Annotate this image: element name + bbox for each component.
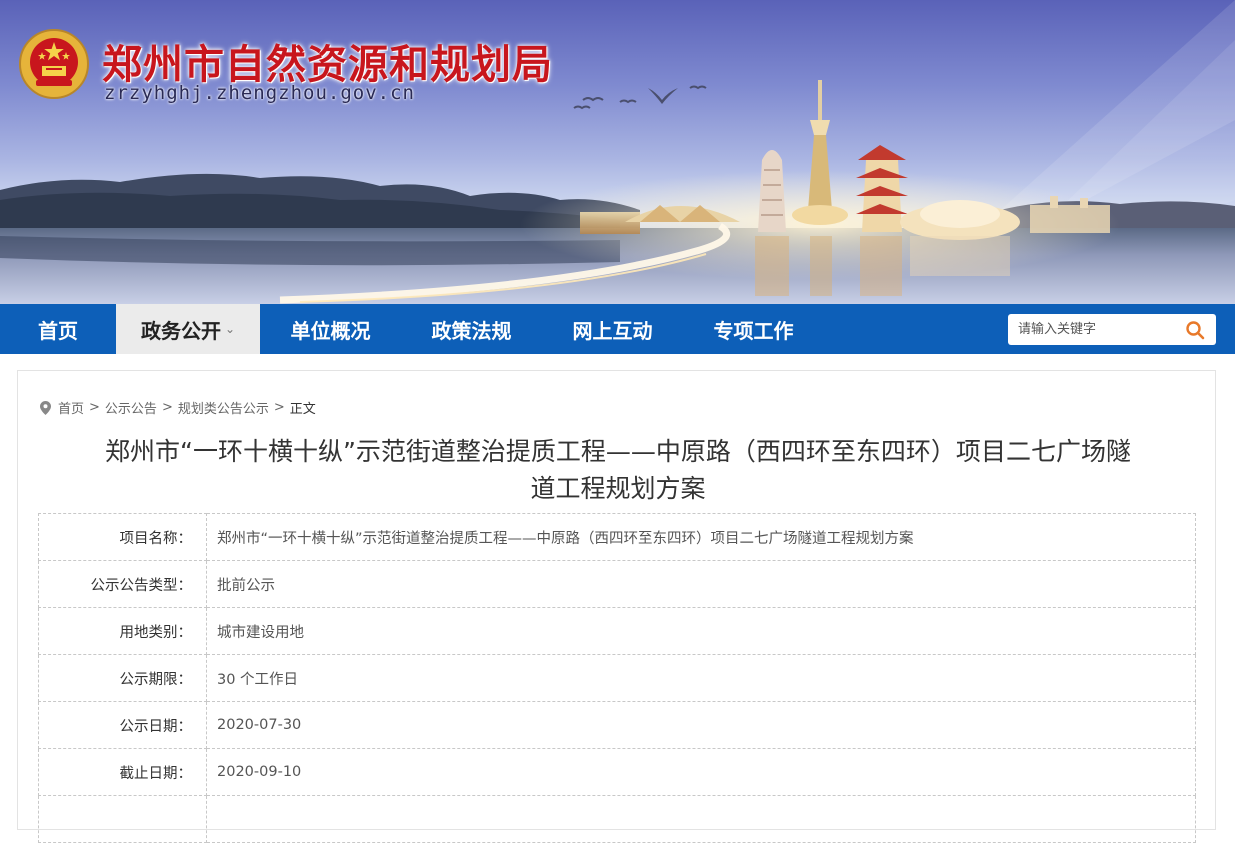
search-icon xyxy=(1186,320,1205,339)
nav-item-unit-overview[interactable]: 单位概况 xyxy=(260,304,401,354)
search-input[interactable] xyxy=(1008,315,1178,344)
nav-item-label: 首页 xyxy=(38,318,78,343)
nav-item-special-work[interactable]: 专项工作 xyxy=(683,304,824,354)
nav-item-online-interaction[interactable]: 网上互动 xyxy=(542,304,683,354)
nav-item-government-affairs[interactable]: 政务公开 ⌄ xyxy=(116,304,260,354)
row-value: 郑州市“一环十横十纵”示范街道整治提质工程——中原路（西四环至东四环）项目二七广… xyxy=(206,513,1196,561)
article-title-line: 道工程规划方案 xyxy=(530,474,706,503)
nav-item-label: 专项工作 xyxy=(713,318,794,343)
table-row: 用地类别： 城市建设用地 xyxy=(38,607,1196,655)
search-button[interactable] xyxy=(1178,315,1212,344)
search-box xyxy=(1008,314,1216,345)
article-panel: 首页 > 公示公告 > 规划类公告公示 > 正文 郑州市“一环十横十纵”示范街道… xyxy=(17,370,1216,843)
table-row: 项目名称： 郑州市“一环十横十纵”示范街道整治提质工程——中原路（西四环至东四环… xyxy=(38,513,1196,561)
nav-item-label: 政务公开 xyxy=(140,318,221,343)
breadcrumb: 首页 > 公示公告 > 规划类公告公示 > 正文 xyxy=(40,398,316,417)
project-info-table: 项目名称： 郑州市“一环十横十纵”示范街道整治提质工程——中原路（西四环至东四环… xyxy=(38,513,1196,843)
row-value: 城市建设用地 xyxy=(206,607,1196,655)
table-row xyxy=(38,795,1196,843)
row-value xyxy=(206,795,1196,843)
breadcrumb-separator: > xyxy=(89,400,100,415)
row-value: 2020-07-30 xyxy=(206,701,1196,749)
breadcrumb-separator: > xyxy=(161,400,173,415)
row-label: 用地类别： xyxy=(38,607,207,655)
article-title-line: 郑州市“一环十横十纵”示范街道整治提质工程——中原路（西四环至东四环）项目二七广… xyxy=(105,437,1131,466)
site-domain: zrzyhghj.zhengzhou.gov.cn xyxy=(104,82,415,104)
nav-item-label: 网上互动 xyxy=(572,318,653,343)
row-label: 公示公告类型： xyxy=(38,560,207,608)
breadcrumb-separator: > xyxy=(273,400,285,415)
row-label: 项目名称： xyxy=(38,513,207,561)
main-navigation: 首页 政务公开 ⌄ 单位概况 政策法规 网上互动 专项工作 xyxy=(0,304,1235,354)
row-label: 截止日期： xyxy=(38,748,207,796)
table-row: 公示日期： 2020-07-30 xyxy=(38,701,1196,749)
breadcrumb-home[interactable]: 首页 xyxy=(58,398,84,417)
row-value: 30 个工作日 xyxy=(206,654,1196,702)
row-value: 2020-09-10 xyxy=(206,748,1196,796)
nav-item-label: 单位概况 xyxy=(290,318,371,343)
table-row: 截止日期： 2020-09-10 xyxy=(38,748,1196,796)
national-emblem-icon xyxy=(19,29,89,99)
breadcrumb-announcements[interactable]: 公示公告 xyxy=(105,398,157,417)
nav-item-home[interactable]: 首页 xyxy=(0,304,116,354)
breadcrumb-current: 正文 xyxy=(289,402,316,417)
table-row: 公示期限： 30 个工作日 xyxy=(38,654,1196,702)
nav-item-policies[interactable]: 政策法规 xyxy=(401,304,542,354)
breadcrumb-planning-announcements[interactable]: 规划类公告公示 xyxy=(178,398,269,417)
table-row: 公示公告类型： 批前公示 xyxy=(38,560,1196,608)
row-value: 批前公示 xyxy=(206,560,1196,608)
row-label: 公示日期： xyxy=(38,701,207,749)
chevron-down-icon: ⌄ xyxy=(224,322,236,336)
nav-item-label: 政策法规 xyxy=(431,318,512,343)
header-banner: 郑州市自然资源和规划局 zrzyhghj.zhengzhou.gov.cn xyxy=(0,0,1235,304)
row-label: 公示期限： xyxy=(38,654,207,702)
row-label xyxy=(38,795,207,843)
article-title: 郑州市“一环十横十纵”示范街道整治提质工程——中原路（西四环至东四环）项目二七广… xyxy=(38,433,1198,507)
location-pin-icon xyxy=(40,400,51,415)
